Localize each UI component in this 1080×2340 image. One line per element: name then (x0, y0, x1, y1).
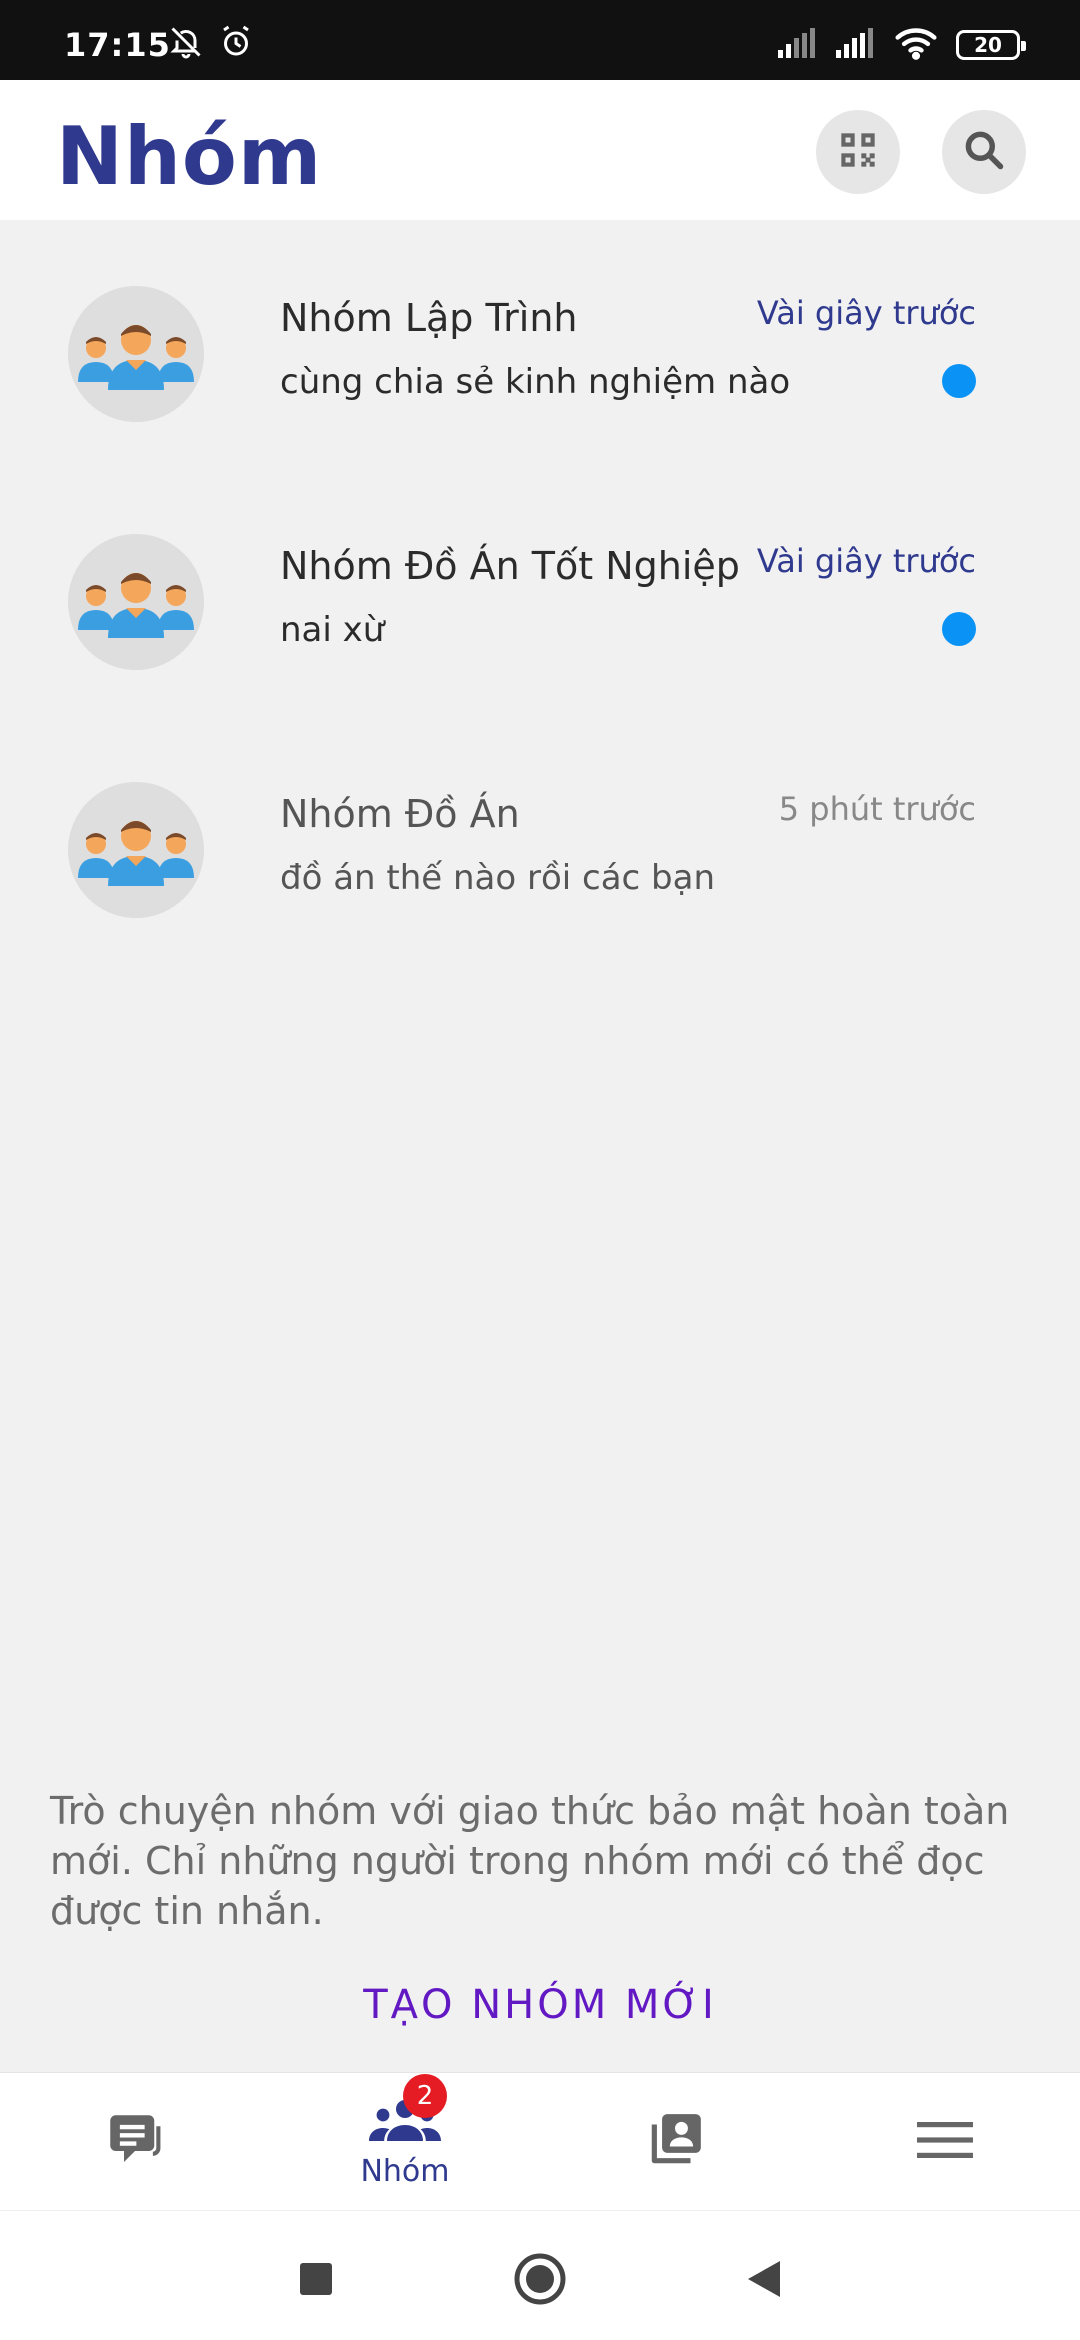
home-button[interactable] (510, 2251, 570, 2311)
unread-indicator (942, 612, 976, 646)
group-avatar (68, 782, 204, 918)
nav-item-groups[interactable]: 2 Nhóm (270, 2073, 540, 2211)
bell-off-icon (168, 24, 204, 64)
group-last-message: nai xừ (280, 610, 385, 650)
nav-item-chats[interactable] (0, 2073, 270, 2211)
back-button[interactable] (734, 2251, 794, 2311)
group-people-icon (68, 286, 204, 422)
app-header: Nhóm (0, 80, 1080, 220)
group-people-icon (68, 782, 204, 918)
group-icon (369, 2099, 441, 2150)
notification-badge: 2 (403, 2073, 447, 2118)
group-avatar (68, 534, 204, 670)
wifi-icon (894, 26, 938, 64)
unread-indicator (942, 364, 976, 398)
group-timestamp: Vài giây trước (756, 294, 976, 332)
recent-apps-button[interactable] (286, 2251, 346, 2311)
group-list: Nhóm Lập Trình Vài giây trước cùng chia … (0, 220, 1080, 964)
signal-icon (778, 28, 818, 62)
search-icon (962, 128, 1006, 176)
bottom-nav: 2 Nhóm (0, 2072, 1080, 2210)
triangle-left-icon (744, 2259, 784, 2303)
nav-item-contacts[interactable] (540, 2073, 810, 2211)
chat-icon (102, 2107, 168, 2177)
status-bar: 17:15 20 (0, 0, 1080, 80)
alarm-icon (218, 24, 254, 64)
group-timestamp: Vài giây trước (756, 542, 976, 580)
status-time: 17:15 (64, 26, 171, 64)
group-name: Nhóm Đồ Án (280, 792, 520, 836)
signal-icon (836, 28, 876, 62)
group-name: Nhóm Đồ Án Tốt Nghiệp (280, 544, 740, 588)
page-title: Nhóm (56, 110, 323, 203)
group-list-item[interactable]: Nhóm Đồ Án 5 phút trước đồ án thế nào rồ… (0, 716, 1080, 964)
group-info-text: Trò chuyện nhóm với giao thức bảo mật ho… (50, 1789, 1010, 1933)
battery-icon: 20 (956, 30, 1026, 60)
create-group-button[interactable]: TẠO NHÓM MỚI (0, 1982, 1080, 2028)
qr-code-icon (838, 130, 878, 174)
nav-item-menu[interactable] (810, 2073, 1080, 2211)
search-button[interactable] (942, 110, 1026, 194)
group-people-icon (68, 534, 204, 670)
square-icon (299, 2262, 333, 2300)
group-last-message: cùng chia sẻ kinh nghiệm nào (280, 362, 791, 402)
qr-code-button[interactable] (816, 110, 900, 194)
contacts-icon (644, 2109, 706, 2175)
group-timestamp: 5 phút trước (778, 790, 976, 828)
group-last-message: đồ án thế nào rồi các bạn (280, 858, 716, 898)
group-avatar (68, 286, 204, 422)
nav-label: Nhóm (360, 2153, 450, 2189)
system-nav-bar (0, 2210, 1080, 2340)
group-list-item[interactable]: Nhóm Lập Trình Vài giây trước cùng chia … (0, 220, 1080, 468)
group-name: Nhóm Lập Trình (280, 296, 578, 340)
group-list-item[interactable]: Nhóm Đồ Án Tốt Nghiệp Vài giây trước nai… (0, 468, 1080, 716)
circle-icon (513, 2252, 567, 2310)
menu-icon (917, 2120, 973, 2164)
